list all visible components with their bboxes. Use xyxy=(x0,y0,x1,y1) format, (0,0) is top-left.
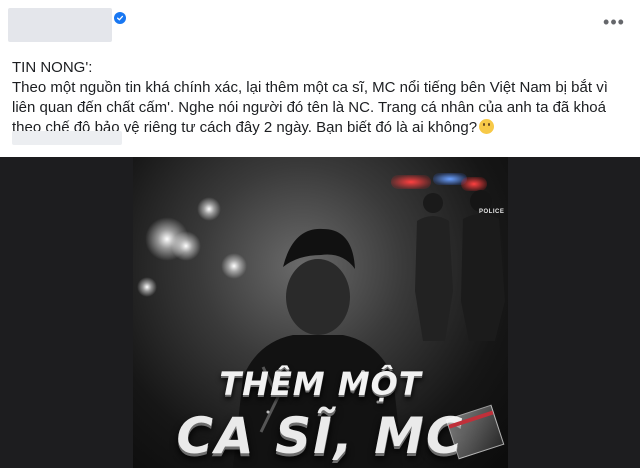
author-name-redacted[interactable] xyxy=(8,8,112,42)
poster-headline-1: THÊM MỘT xyxy=(219,365,422,403)
more-options-icon[interactable]: ••• xyxy=(602,10,626,34)
post-text-line-2: Theo một nguồn tin khá chính xác, lại th… xyxy=(12,78,628,138)
post-image[interactable]: POLICE THÊM MỘT CA SĨ, MC xyxy=(0,157,640,468)
police-officers xyxy=(415,190,505,341)
verified-badge-icon xyxy=(114,12,126,24)
poster-image: POLICE THÊM MỘT CA SĨ, MC xyxy=(133,157,508,468)
redacted-hashtags xyxy=(12,131,122,145)
post-text: TIN NONG': Theo một nguồn tin khá chính … xyxy=(12,58,628,138)
camera-flash xyxy=(137,277,157,297)
camera-flash xyxy=(171,231,201,261)
post-header: ••• xyxy=(0,0,640,50)
thinking-face-emoji xyxy=(479,119,495,134)
police-text: POLICE xyxy=(479,209,505,215)
post-text-line-1: TIN NONG': xyxy=(12,59,93,76)
post-body: Theo một nguồn tin khá chính xác, lại th… xyxy=(12,79,608,136)
